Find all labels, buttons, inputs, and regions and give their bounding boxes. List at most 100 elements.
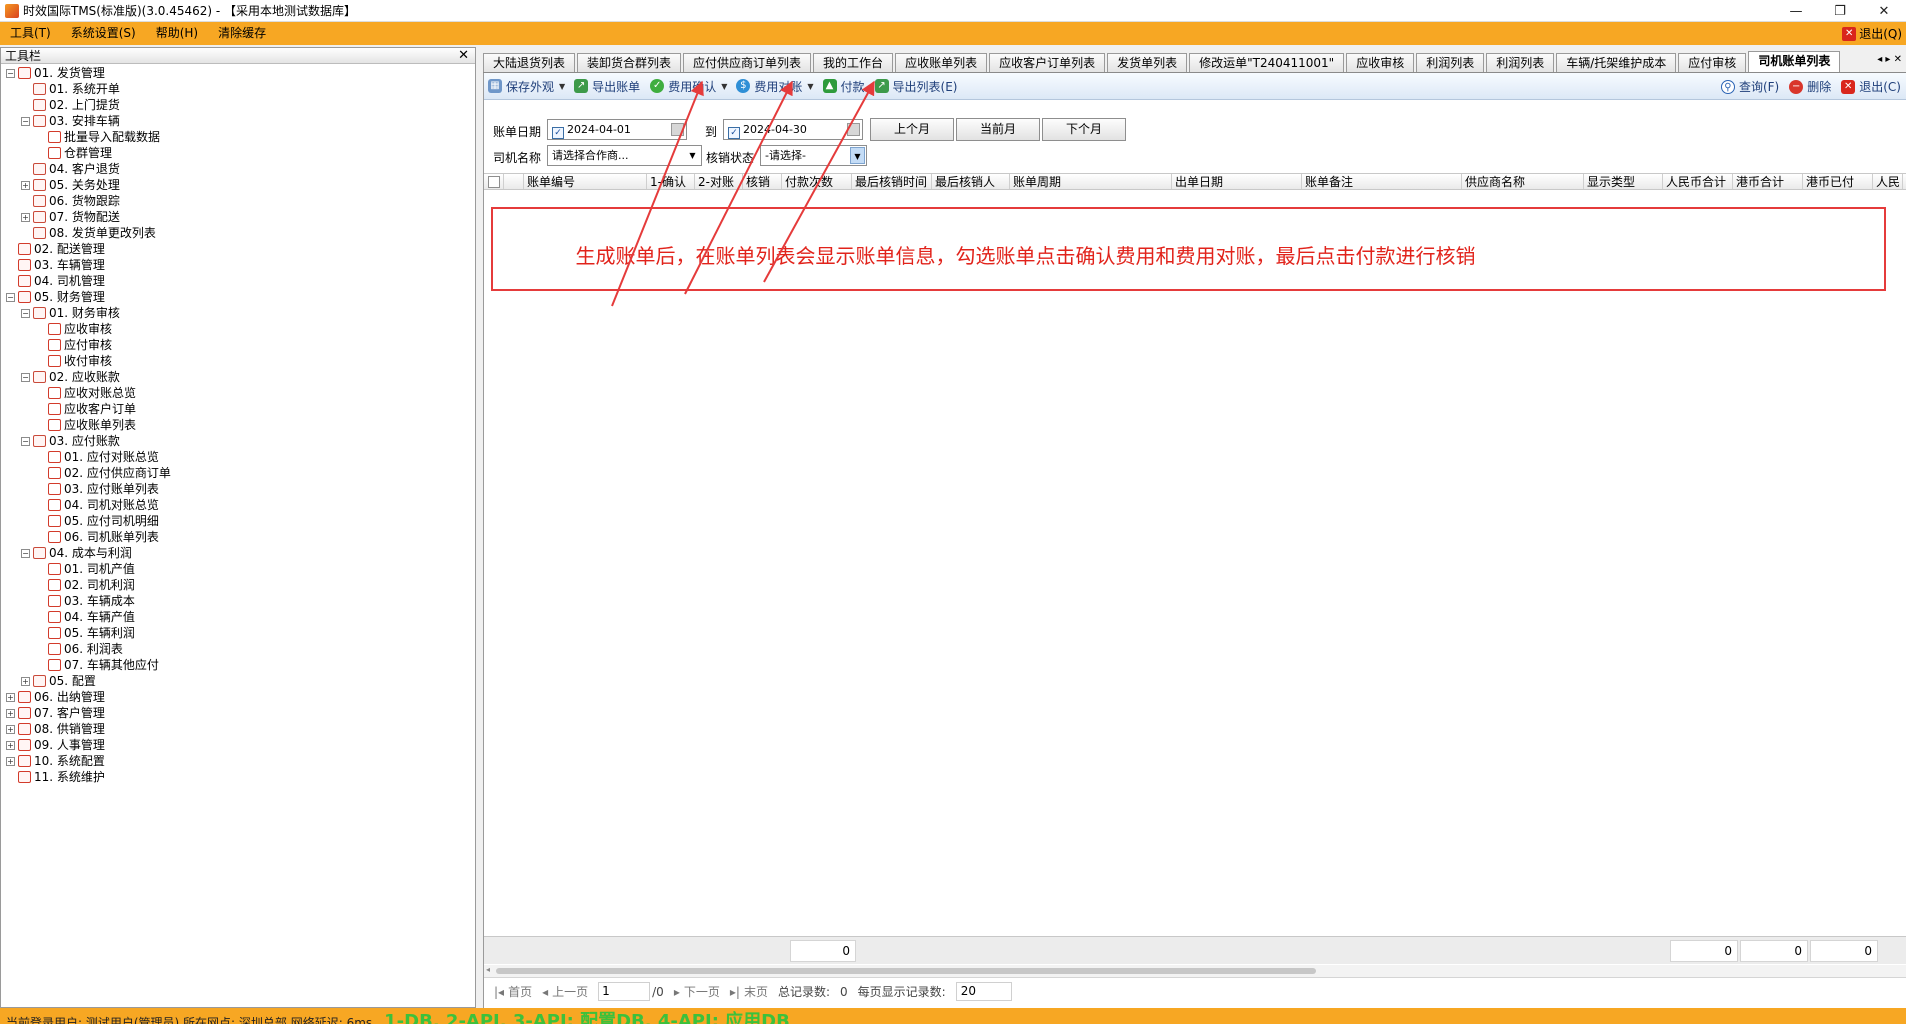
first-page-button[interactable]: |◂ 首页 <box>494 983 532 1000</box>
column-header[interactable]: 付款次数 <box>782 174 852 189</box>
save-view-button[interactable]: ▦ 保存外观 <box>484 76 560 96</box>
date-to-checkbox[interactable]: ✓ <box>728 127 740 139</box>
column-header[interactable]: 账单备注 <box>1302 174 1462 189</box>
query-button[interactable]: ⚲ 查询(F) <box>1717 77 1785 97</box>
tab[interactable]: 大陆退货列表 <box>483 53 576 72</box>
menu-clear-cache[interactable]: 清除缓存 <box>208 22 276 45</box>
tree-item[interactable]: 应收审核 <box>1 321 475 337</box>
expand-icon[interactable]: + <box>21 212 30 222</box>
date-from-field[interactable]: ✓ 2024-04-01 <box>547 119 687 140</box>
tree-item[interactable]: 03. 车辆成本 <box>1 593 475 609</box>
tree-item[interactable]: +10. 系统配置 <box>1 753 475 769</box>
tree-item[interactable]: 01. 应付对账总览 <box>1 449 475 465</box>
expand-icon[interactable]: + <box>6 740 15 750</box>
chevron-down-icon[interactable]: ▼ <box>850 147 865 164</box>
collapse-icon[interactable]: − <box>21 548 30 558</box>
save-view-dropdown-icon[interactable]: ▼ <box>559 82 565 91</box>
expand-icon[interactable]: + <box>21 180 30 190</box>
column-header[interactable]: 出单日期 <box>1172 174 1302 189</box>
tree-item[interactable]: +07. 货物配送 <box>1 209 475 225</box>
menu-system-settings[interactable]: 系统设置(S) <box>61 22 146 45</box>
tree-item[interactable]: 05. 应付司机明细 <box>1 513 475 529</box>
date-to-field[interactable]: ✓ 2024-04-30 <box>723 119 863 140</box>
current-month-button[interactable]: 当前月 <box>956 118 1040 141</box>
expand-icon[interactable]: + <box>6 724 15 734</box>
menu-exit-button[interactable]: ✕ 退出(Q) <box>1842 25 1902 42</box>
tree-item[interactable]: 07. 车辆其他应付 <box>1 657 475 673</box>
tab[interactable]: 应收账单列表 <box>895 53 988 72</box>
minimize-button[interactable]: — <box>1774 0 1818 22</box>
tab-navigation-controls[interactable]: ◂ ▸ ✕ <box>1877 54 1902 65</box>
tree-item[interactable]: 02. 配送管理 <box>1 241 475 257</box>
prev-page-button[interactable]: ◂ 上一页 <box>542 983 588 1000</box>
next-month-button[interactable]: 下个月 <box>1042 118 1126 141</box>
column-header[interactable]: 账单周期 <box>1010 174 1172 189</box>
tree-item[interactable]: 06. 司机账单列表 <box>1 529 475 545</box>
date-from-checkbox[interactable]: ✓ <box>552 127 564 139</box>
collapse-icon[interactable]: − <box>21 436 30 446</box>
horizontal-scrollbar[interactable]: ◂ <box>484 965 1906 977</box>
expand-icon[interactable]: + <box>6 756 15 766</box>
tree-item[interactable]: 03. 应付账单列表 <box>1 481 475 497</box>
column-header[interactable]: 供应商名称 <box>1462 174 1584 189</box>
tree-item[interactable]: − 04. 成本与利润 <box>1 545 475 561</box>
tree-item[interactable]: +06. 出纳管理 <box>1 689 475 705</box>
tree-item[interactable]: 04. 车辆产值 <box>1 609 475 625</box>
tree-item[interactable]: 04. 司机管理 <box>1 273 475 289</box>
tab[interactable]: 利润列表 <box>1416 53 1485 72</box>
tree-item[interactable]: 04. 客户退货 <box>1 161 475 177</box>
last-page-button[interactable]: ▸| 末页 <box>730 983 768 1000</box>
scroll-left-icon[interactable]: ◂ <box>486 965 490 974</box>
reconcile-fee-dropdown-icon[interactable]: ▼ <box>807 82 813 91</box>
column-header[interactable]: 1-确认 <box>647 174 695 189</box>
select-all-checkbox[interactable] <box>488 176 500 188</box>
tree-item[interactable]: 11. 系统维护 <box>1 769 475 785</box>
tab[interactable]: 我的工作台 <box>813 53 894 72</box>
export-list-button[interactable]: ↗ 导出列表(E) <box>871 76 964 96</box>
column-header[interactable]: 核销 <box>743 174 782 189</box>
tree-item[interactable]: 应收对账总览 <box>1 385 475 401</box>
tree-item[interactable]: 03. 车辆管理 <box>1 257 475 273</box>
tree-item[interactable]: +07. 客户管理 <box>1 705 475 721</box>
chevron-down-icon[interactable]: ▼ <box>685 147 700 164</box>
column-header[interactable]: 港币合计 <box>1733 174 1803 189</box>
tree-item[interactable]: − 05. 财务管理 <box>1 289 475 305</box>
tree-item[interactable]: 05. 车辆利润 <box>1 625 475 641</box>
tree-item[interactable]: 01. 司机产值 <box>1 561 475 577</box>
tab[interactable]: 车辆/托架维护成本 <box>1556 53 1677 72</box>
tree-item[interactable]: 02. 上门提货 <box>1 97 475 113</box>
reconcile-fee-button[interactable]: $ 费用对账 <box>732 76 808 96</box>
tree-item[interactable]: 应收账单列表 <box>1 417 475 433</box>
confirm-fee-button[interactable]: ✓ 费用确认 <box>646 76 722 96</box>
menu-help[interactable]: 帮助(H) <box>146 22 208 45</box>
pay-button[interactable]: ▲ 付款 <box>819 76 871 96</box>
tree-item[interactable]: 06. 货物跟踪 <box>1 193 475 209</box>
writeoff-status-select[interactable]: -请选择- ▼ <box>760 145 867 166</box>
page-number-input[interactable]: 1 <box>598 982 651 1001</box>
column-header[interactable]: 显示类型 <box>1584 174 1663 189</box>
tree-item[interactable]: − 03. 应付账款 <box>1 433 475 449</box>
tree-item[interactable]: 仓群管理 <box>1 145 475 161</box>
tree-item[interactable]: 08. 发货单更改列表 <box>1 225 475 241</box>
tab[interactable]: 应付供应商订单列表 <box>683 53 812 72</box>
exit-page-button[interactable]: ✕ 退出(C) <box>1837 77 1906 97</box>
tree-item[interactable]: 02. 应付供应商订单 <box>1 465 475 481</box>
tree-item[interactable]: +09. 人事管理 <box>1 737 475 753</box>
driver-select[interactable]: 请选择合作商... ▼ <box>547 145 702 166</box>
tree-item[interactable]: +08. 供销管理 <box>1 721 475 737</box>
tree-item[interactable]: +05. 关务处理 <box>1 177 475 193</box>
tree-item[interactable]: 04. 司机对账总览 <box>1 497 475 513</box>
tree-item[interactable]: 01. 系统开单 <box>1 81 475 97</box>
confirm-fee-dropdown-icon[interactable]: ▼ <box>721 82 727 91</box>
next-page-button[interactable]: ▸ 下一页 <box>674 983 720 1000</box>
tree-item[interactable]: 应付审核 <box>1 337 475 353</box>
tab[interactable]: 装卸货合群列表 <box>577 53 682 72</box>
delete-button[interactable]: − 删除 <box>1785 77 1837 97</box>
tab[interactable]: 应收审核 <box>1346 53 1415 72</box>
restore-button[interactable]: ❐ <box>1818 0 1862 22</box>
tab[interactable]: 利润列表 <box>1486 53 1555 72</box>
tree-item[interactable]: − 02. 应收账款 <box>1 369 475 385</box>
collapse-icon[interactable]: − <box>6 292 15 302</box>
tree-item[interactable]: 应收客户订单 <box>1 401 475 417</box>
tree-item[interactable]: 收付审核 <box>1 353 475 369</box>
